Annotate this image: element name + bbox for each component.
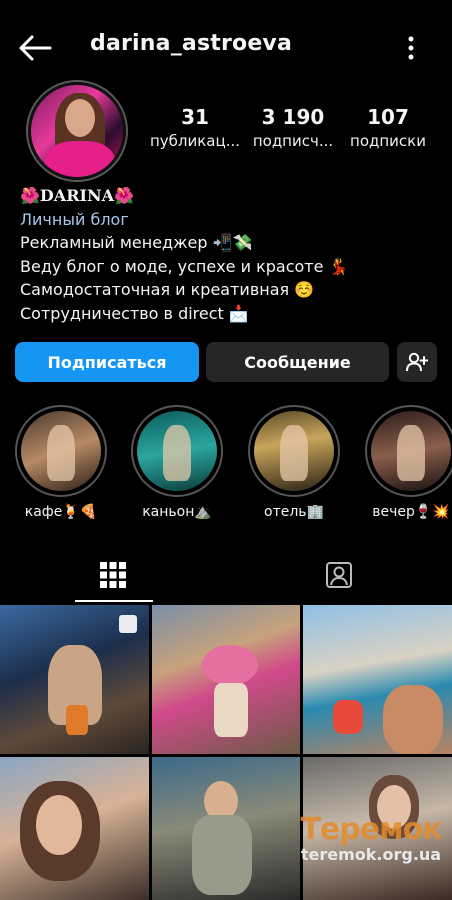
highlight-label: кафе🍹🍕 — [24, 504, 98, 520]
stat-followers-label: подписч... — [252, 132, 334, 150]
bio-line: Сотрудничество в direct 📩 — [20, 303, 249, 323]
stat-following[interactable]: 107 подписки — [346, 104, 430, 152]
bio-line: Самодостаточная и креативная ☺️ — [20, 280, 315, 299]
tab-posts-grid[interactable] — [0, 548, 226, 602]
story-highlight[interactable]: каньон⛰️ — [130, 405, 224, 520]
profile-header: darina_astroeva — [0, 0, 452, 88]
highlight-label: отель🏢 — [264, 504, 324, 520]
stat-followers-count: 3 190 — [261, 105, 325, 129]
multiple-photos-icon — [119, 615, 137, 633]
stat-posts-count: 31 — [181, 105, 209, 129]
highlight-cover — [371, 411, 451, 491]
watermark-url: teremok.org.ua — [300, 845, 442, 864]
post-thumbnail[interactable] — [152, 757, 300, 900]
tab-tagged[interactable] — [226, 548, 452, 602]
watermark: Теремок teremok.org.ua — [296, 812, 446, 864]
stat-following-label: подписки — [350, 132, 426, 150]
profile-tabs — [0, 548, 452, 602]
stat-posts[interactable]: 31 публикац... — [148, 104, 242, 152]
highlight-label: вечер🍷💥 — [372, 504, 450, 520]
post-thumbnail[interactable] — [152, 605, 300, 754]
tagged-icon — [326, 562, 352, 588]
stat-followers[interactable]: 3 190 подписч... — [250, 104, 336, 152]
add-user-icon — [406, 352, 428, 372]
post-thumbnail[interactable] — [0, 605, 149, 754]
story-highlight[interactable]: вечер🍷💥 — [364, 405, 452, 520]
profile-bio: 🌺DARINA🌺 Личный блог Рекламный менеджер … — [20, 184, 440, 325]
bio-line: Веду блог о моде, успехе и красоте 💃 — [20, 256, 349, 276]
highlight-cover — [21, 411, 101, 491]
profile-avatar[interactable] — [28, 82, 126, 180]
watermark-logo: Теремок — [300, 812, 442, 847]
post-thumbnail[interactable] — [303, 605, 452, 754]
more-vertical-icon[interactable] — [398, 34, 424, 62]
stat-posts-label: публикац... — [149, 132, 241, 150]
arrow-left-icon[interactable] — [18, 34, 52, 62]
profile-username: darina_astroeva — [90, 31, 293, 56]
bio-name: 🌺DARINA🌺 — [20, 186, 134, 205]
active-tab-indicator — [75, 600, 153, 602]
bio-line: Рекламный менеджер 📲💸 — [20, 233, 253, 252]
story-highlight[interactable]: отель🏢 — [247, 405, 341, 520]
bio-category[interactable]: Личный блог — [20, 208, 440, 232]
follow-button[interactable]: Подписаться — [15, 342, 199, 382]
stat-following-count: 107 — [367, 105, 409, 129]
highlight-cover — [254, 411, 334, 491]
grid-icon — [100, 562, 126, 588]
story-highlight[interactable]: кафе🍹🍕 — [14, 405, 108, 520]
message-button[interactable]: Сообщение — [206, 342, 389, 382]
post-thumbnail[interactable] — [0, 757, 149, 900]
suggest-users-button[interactable] — [397, 342, 437, 382]
highlight-cover — [137, 411, 217, 491]
highlight-label: каньон⛰️ — [142, 504, 212, 520]
